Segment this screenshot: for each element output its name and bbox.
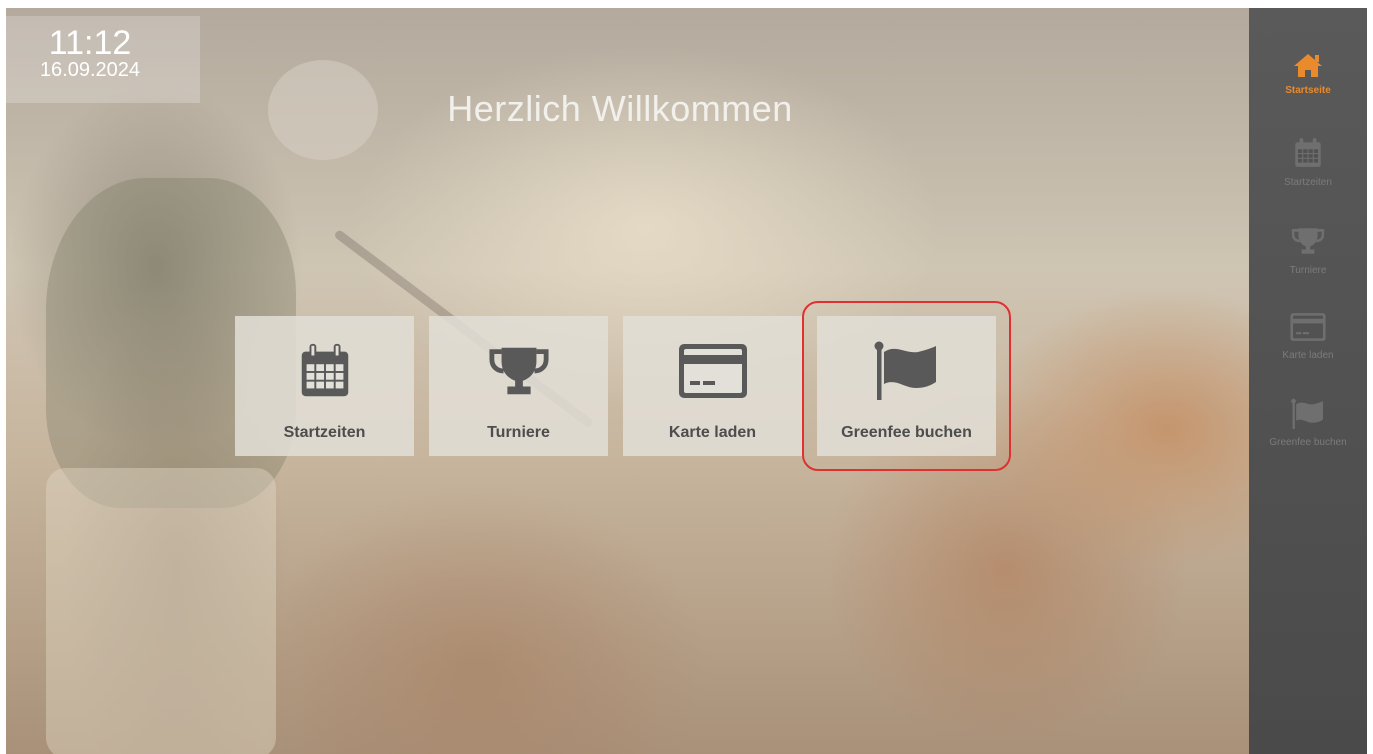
tile-label: Greenfee buchen — [841, 424, 972, 441]
tile-label: Turniere — [487, 424, 550, 441]
trophy-icon — [488, 347, 549, 395]
tile-label: Karte laden — [668, 424, 757, 441]
tile-label: Startzeiten — [283, 424, 366, 441]
sidebar-item-startzeiten[interactable]: Startzeiten — [1249, 136, 1367, 188]
flag-icon — [1291, 398, 1323, 429]
calendar-icon — [1295, 138, 1321, 167]
tile-startzeiten[interactable]: Startzeiten — [235, 316, 414, 456]
sidebar-item-label: Turniere — [1289, 265, 1327, 276]
tile-karte-laden[interactable]: Karte laden — [623, 316, 802, 456]
tile-greenfee-buchen[interactable]: Greenfee buchen — [802, 301, 1011, 471]
sidebar-item-label: Startseite — [1285, 85, 1331, 96]
clock-time: 11:12 — [48, 24, 132, 62]
home-icon — [1294, 54, 1322, 77]
sidebar-nav: Startseite Startzeiten Turniere Karte la… — [1249, 8, 1367, 754]
calendar-icon — [301, 343, 348, 397]
sidebar-item-karte-laden[interactable]: Karte laden — [1249, 311, 1367, 361]
trophy-icon — [1291, 228, 1325, 254]
golfer-legs — [46, 468, 276, 754]
sidebar-item-label: Startzeiten — [1284, 177, 1332, 188]
sidebar-item-greenfee-buchen[interactable]: Greenfee buchen — [1249, 398, 1367, 448]
card-icon — [1290, 313, 1326, 341]
clock-panel: 11:12 16.09.2024 — [6, 16, 200, 103]
golfer-head — [268, 60, 378, 160]
card-icon — [678, 344, 747, 398]
tile-turniere[interactable]: Turniere — [429, 316, 608, 456]
flag-icon — [874, 341, 936, 400]
sidebar-item-label: Greenfee buchen — [1269, 437, 1347, 448]
sidebar-item-turniere[interactable]: Turniere — [1249, 224, 1367, 276]
sidebar-item-startseite[interactable]: Startseite — [1249, 52, 1367, 96]
clock-date: 16.09.2024 — [39, 59, 141, 81]
sidebar-item-label: Karte laden — [1282, 350, 1334, 361]
welcome-title: Herzlich Willkommen — [447, 88, 793, 129]
